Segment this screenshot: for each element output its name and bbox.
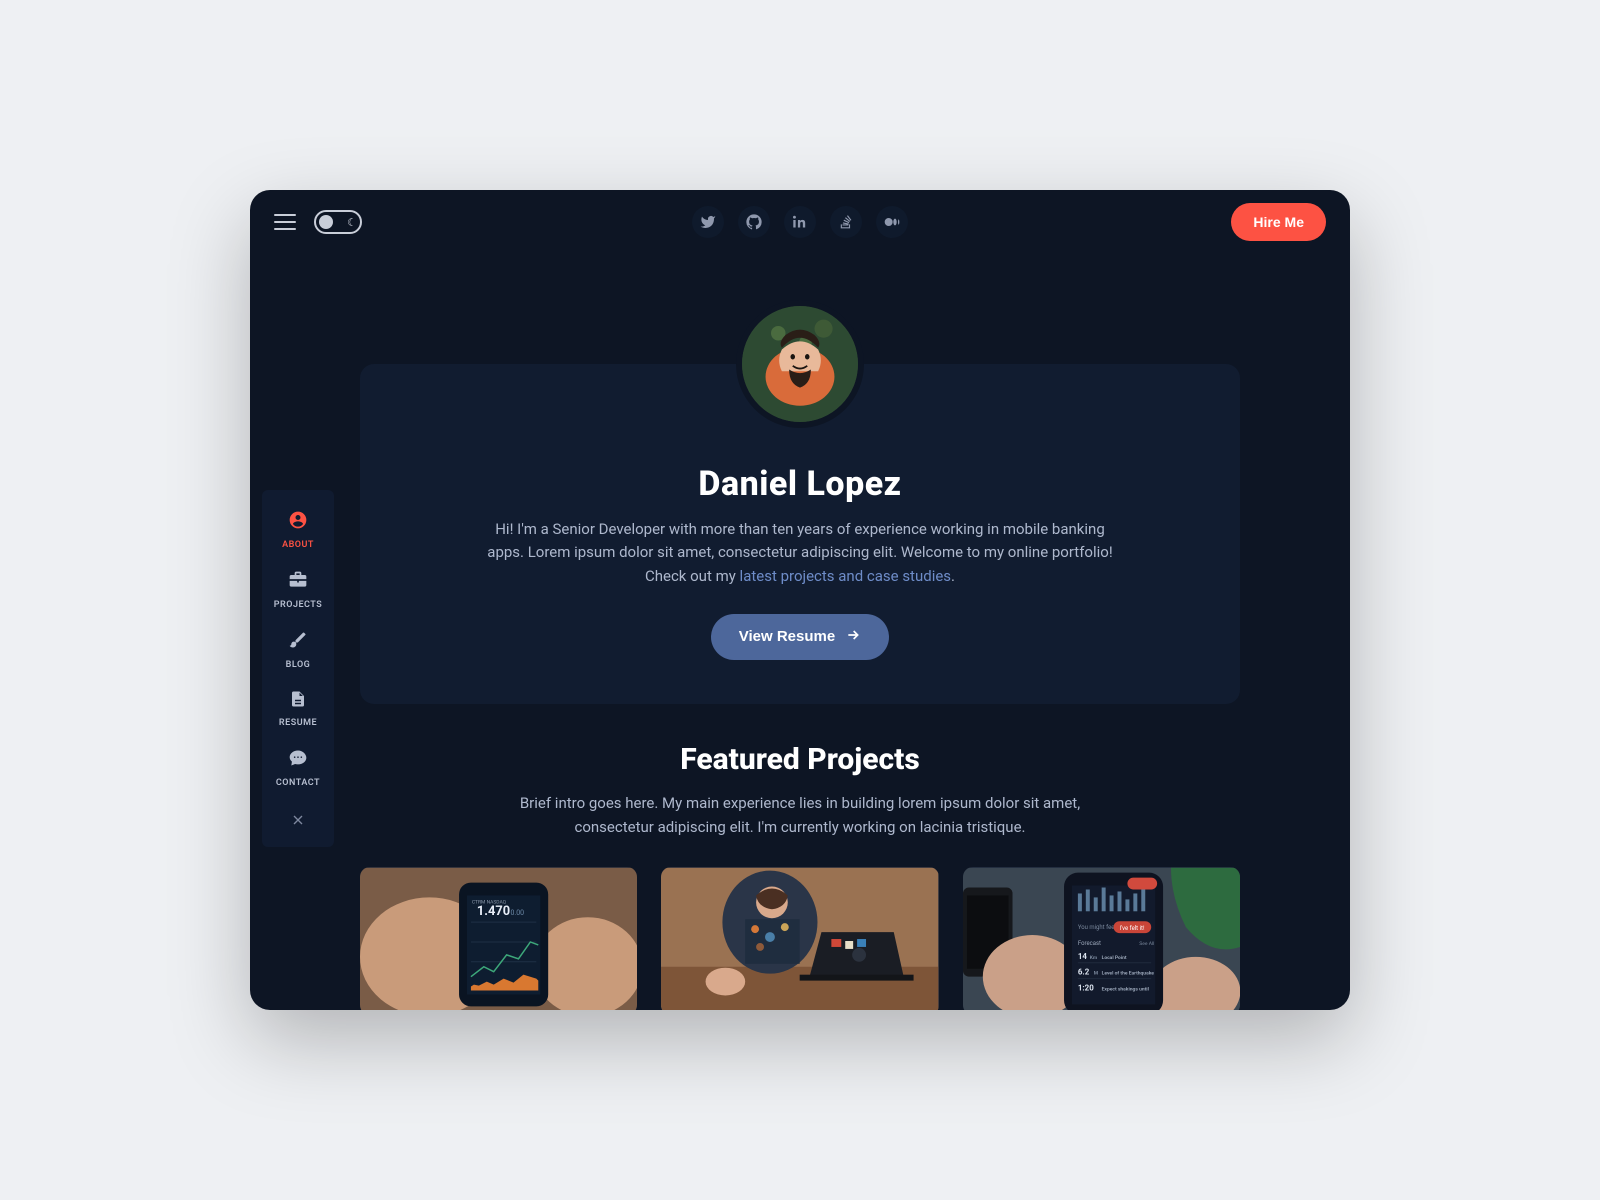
project-thumbnail <box>661 867 938 1010</box>
project-card[interactable]: 1.470 0.00 CTRM NASDAQ Trading App <box>360 867 637 1010</box>
featured-heading: Featured Projects <box>360 742 1240 777</box>
svg-text:M: M <box>1093 970 1097 976</box>
project-thumbnail: You might feel 6.2M I've felt it! Foreca… <box>963 867 1240 1010</box>
header: ☾ Hire Me <box>250 190 1350 254</box>
svg-text:I've felt it!: I've felt it! <box>1119 925 1145 932</box>
svg-text:0.00: 0.00 <box>511 909 525 917</box>
arrow-right-icon <box>845 627 861 647</box>
theme-toggle[interactable]: ☾ <box>314 210 362 234</box>
header-left: ☾ <box>274 210 362 234</box>
profile-bio: Hi! I'm a Senior Developer with more tha… <box>480 518 1120 588</box>
linkedin-icon[interactable] <box>784 206 816 238</box>
project-thumbnail: 1.470 0.00 CTRM NASDAQ <box>360 867 637 1010</box>
moon-icon: ☾ <box>347 216 357 229</box>
project-card[interactable]: Browser Extension <box>661 867 938 1010</box>
resume-button-label: View Resume <box>739 628 835 645</box>
svg-text:Expect shakings until: Expect shakings until <box>1101 986 1148 992</box>
svg-text:1.470: 1.470 <box>477 904 510 919</box>
menu-button[interactable] <box>274 214 296 230</box>
twitter-icon[interactable] <box>692 206 724 238</box>
svg-text:Km: Km <box>1089 955 1097 961</box>
svg-text:CTRM NASDAQ: CTRM NASDAQ <box>472 899 507 905</box>
view-resume-button[interactable]: View Resume <box>711 614 889 660</box>
bio-projects-link[interactable]: latest projects and case studies <box>740 567 952 585</box>
svg-text:14: 14 <box>1078 952 1088 961</box>
svg-text:See All: See All <box>1139 941 1154 947</box>
featured-section: Featured Projects Brief intro goes here.… <box>360 742 1240 1010</box>
svg-text:Local Point: Local Point <box>1101 955 1126 961</box>
about-card: Daniel Lopez Hi! I'm a Senior Developer … <box>360 364 1240 704</box>
svg-text:1:20: 1:20 <box>1078 983 1094 992</box>
profile-name: Daniel Lopez <box>420 464 1180 504</box>
project-card[interactable]: You might feel 6.2M I've felt it! Foreca… <box>963 867 1240 1010</box>
avatar <box>736 300 864 428</box>
svg-text:Forecast: Forecast <box>1078 940 1101 947</box>
main-content: Daniel Lopez Hi! I'm a Senior Developer … <box>250 254 1350 1010</box>
medium-icon[interactable] <box>876 206 908 238</box>
featured-intro: Brief intro goes here. My main experienc… <box>480 791 1120 839</box>
github-icon[interactable] <box>738 206 770 238</box>
header-social-links <box>692 206 908 238</box>
bio-text-after: . <box>951 567 955 585</box>
app-frame: ☾ Hire Me ABOUT <box>250 190 1350 1010</box>
stackoverflow-icon[interactable] <box>830 206 862 238</box>
svg-text:You might feel: You might feel <box>1078 924 1116 931</box>
toggle-knob <box>319 215 333 229</box>
projects-row: 1.470 0.00 CTRM NASDAQ Trading App <box>360 867 1240 1010</box>
svg-text:6.2: 6.2 <box>1078 967 1090 976</box>
hire-me-button[interactable]: Hire Me <box>1231 203 1326 241</box>
svg-text:Level of the Earthquake: Level of the Earthquake <box>1101 970 1154 976</box>
